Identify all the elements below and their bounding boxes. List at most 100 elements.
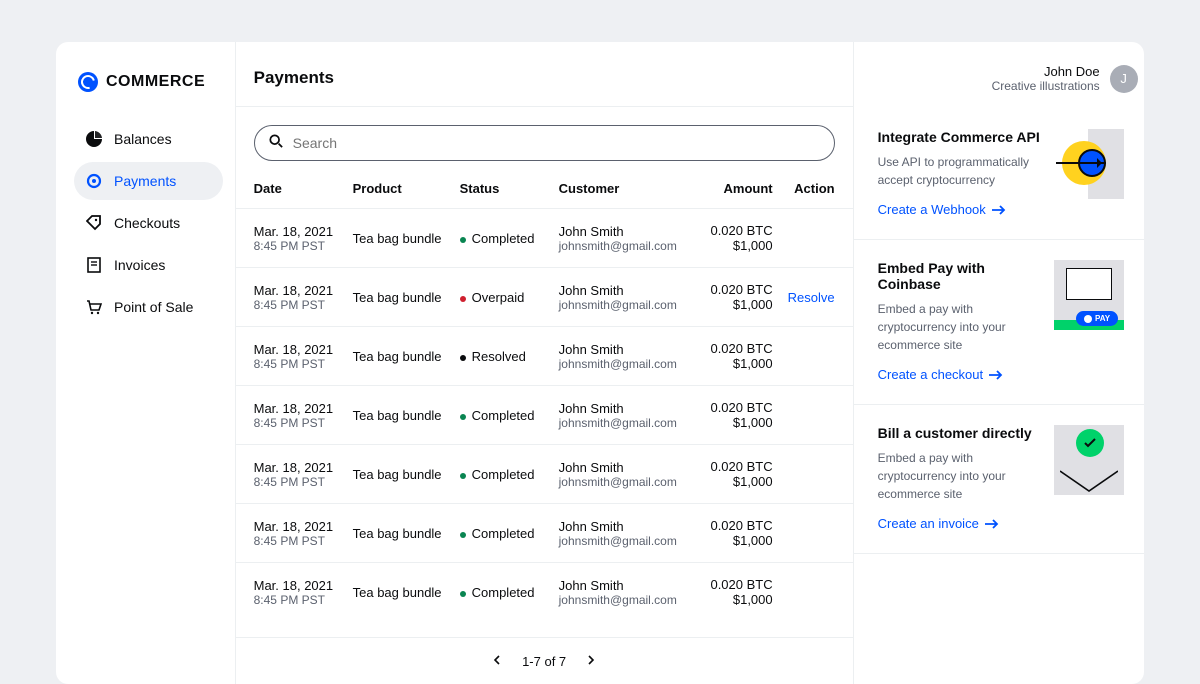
row-amount-fiat: $1,000 — [697, 297, 773, 312]
card-illustration — [1054, 425, 1124, 495]
sidebar-item-invoices[interactable]: Invoices — [74, 246, 223, 284]
table-row[interactable]: Mar. 18, 20218:45 PM PSTTea bag bundleRe… — [236, 327, 853, 386]
row-amount-fiat: $1,000 — [697, 474, 773, 489]
col-status: Status — [460, 181, 559, 196]
sidebar-item-label: Point of Sale — [114, 299, 193, 315]
row-product: Tea bag bundle — [353, 467, 460, 482]
arrow-right-icon — [989, 370, 1003, 380]
sidebar-item-balances[interactable]: Balances — [74, 120, 223, 158]
table-row[interactable]: Mar. 18, 20218:45 PM PSTTea bag bundleCo… — [236, 386, 853, 445]
row-amount-fiat: $1,000 — [697, 356, 773, 371]
card-link-label: Create a Webhook — [878, 202, 986, 217]
col-product: Product — [353, 181, 460, 196]
status-dot-icon — [460, 532, 466, 538]
row-date: Mar. 18, 2021 — [254, 401, 353, 416]
row-time: 8:45 PM PST — [254, 593, 353, 607]
row-time: 8:45 PM PST — [254, 298, 353, 312]
row-amount-fiat: $1,000 — [697, 238, 773, 253]
resolve-link[interactable]: Resolve — [788, 290, 835, 305]
card-title: Embed Pay with Coinbase — [878, 260, 1042, 292]
main-content: Payments John Doe Creative illustrations… — [235, 42, 854, 684]
tag-icon — [86, 215, 102, 231]
cart-icon — [86, 299, 102, 315]
pager-next-button[interactable] — [586, 652, 596, 670]
row-customer-name: John Smith — [559, 342, 697, 357]
row-customer-email: johnsmith@gmail.com — [559, 239, 697, 253]
card-link-label: Create an invoice — [878, 516, 979, 531]
create-invoice-link[interactable]: Create an invoice — [878, 516, 999, 531]
chevron-left-icon — [492, 655, 502, 665]
sidebar-item-payments[interactable]: Payments — [74, 162, 223, 200]
row-time: 8:45 PM PST — [254, 534, 353, 548]
user-name: John Doe — [992, 64, 1100, 79]
status-dot-icon — [460, 591, 466, 597]
row-time: 8:45 PM PST — [254, 239, 353, 253]
sidebar-item-label: Checkouts — [114, 215, 180, 231]
table-row[interactable]: Mar. 18, 20218:45 PM PSTTea bag bundleOv… — [236, 268, 853, 327]
brand-name: COMMERCE — [106, 73, 205, 91]
status-dot-icon — [460, 237, 466, 243]
row-date: Mar. 18, 2021 — [254, 578, 353, 593]
row-amount-crypto: 0.020 BTC — [697, 400, 773, 415]
row-amount-crypto: 0.020 BTC — [697, 518, 773, 533]
table-row[interactable]: Mar. 18, 20218:45 PM PSTTea bag bundleCo… — [236, 445, 853, 504]
search-bar[interactable] — [254, 125, 835, 161]
col-action: Action — [773, 181, 835, 196]
search-input[interactable] — [293, 135, 820, 151]
row-status: Completed — [460, 408, 559, 423]
row-status: Completed — [460, 231, 559, 246]
receipt-icon — [86, 257, 102, 273]
arrow-right-icon — [992, 205, 1006, 215]
row-customer-name: John Smith — [559, 519, 697, 534]
col-date: Date — [254, 181, 353, 196]
brand-logo-icon — [78, 72, 98, 92]
row-status: Completed — [460, 467, 559, 482]
card-api: Integrate Commerce API Use API to progra… — [854, 109, 1144, 240]
row-amount-crypto: 0.020 BTC — [697, 223, 773, 238]
sidebar-item-checkouts[interactable]: Checkouts — [74, 204, 223, 242]
table-header: Date Product Status Customer Amount Acti… — [236, 171, 853, 209]
row-product: Tea bag bundle — [353, 231, 460, 246]
row-customer-email: johnsmith@gmail.com — [559, 534, 697, 548]
card-title: Integrate Commerce API — [878, 129, 1042, 145]
card-body-text: Embed a pay with cryptocurrency into you… — [878, 300, 1042, 354]
user-text: John Doe Creative illustrations — [992, 64, 1100, 93]
row-product: Tea bag bundle — [353, 408, 460, 423]
row-amount-crypto: 0.020 BTC — [697, 459, 773, 474]
row-amount-fiat: $1,000 — [697, 533, 773, 548]
row-customer-email: johnsmith@gmail.com — [559, 298, 697, 312]
create-webhook-link[interactable]: Create a Webhook — [878, 202, 1006, 217]
sidebar-item-pos[interactable]: Point of Sale — [74, 288, 223, 326]
table-row[interactable]: Mar. 18, 20218:45 PM PSTTea bag bundleCo… — [236, 504, 853, 563]
pager-prev-button[interactable] — [492, 652, 502, 670]
card-embed: Embed Pay with Coinbase Embed a pay with… — [854, 240, 1144, 405]
row-date: Mar. 18, 2021 — [254, 342, 353, 357]
pager-label: 1-7 of 7 — [522, 654, 566, 669]
sidebar-item-label: Invoices — [114, 257, 165, 273]
card-illustration: PAY — [1054, 260, 1124, 330]
sidebar-item-label: Balances — [114, 131, 172, 147]
status-dot-icon — [460, 473, 466, 479]
search-icon — [269, 134, 283, 153]
chevron-right-icon — [586, 655, 596, 665]
row-date: Mar. 18, 2021 — [254, 283, 353, 298]
row-customer-email: johnsmith@gmail.com — [559, 593, 697, 607]
row-product: Tea bag bundle — [353, 526, 460, 541]
user-block[interactable]: John Doe Creative illustrations J — [992, 64, 1138, 93]
coin-icon — [86, 173, 102, 189]
app-window: COMMERCE Balances Payments Checkouts Inv — [56, 42, 1144, 684]
row-status: Completed — [460, 585, 559, 600]
row-product: Tea bag bundle — [353, 349, 460, 364]
row-product: Tea bag bundle — [353, 585, 460, 600]
row-customer-email: johnsmith@gmail.com — [559, 475, 697, 489]
table-row[interactable]: Mar. 18, 20218:45 PM PSTTea bag bundleCo… — [236, 209, 853, 268]
avatar[interactable]: J — [1110, 65, 1138, 93]
right-rail: Integrate Commerce API Use API to progra… — [854, 42, 1144, 684]
row-date: Mar. 18, 2021 — [254, 224, 353, 239]
create-checkout-link[interactable]: Create a checkout — [878, 367, 1004, 382]
row-time: 8:45 PM PST — [254, 416, 353, 430]
status-dot-icon — [460, 296, 466, 302]
table-row[interactable]: Mar. 18, 20218:45 PM PSTTea bag bundleCo… — [236, 563, 853, 621]
table-body: Mar. 18, 20218:45 PM PSTTea bag bundleCo… — [236, 209, 853, 637]
row-customer-name: John Smith — [559, 401, 697, 416]
